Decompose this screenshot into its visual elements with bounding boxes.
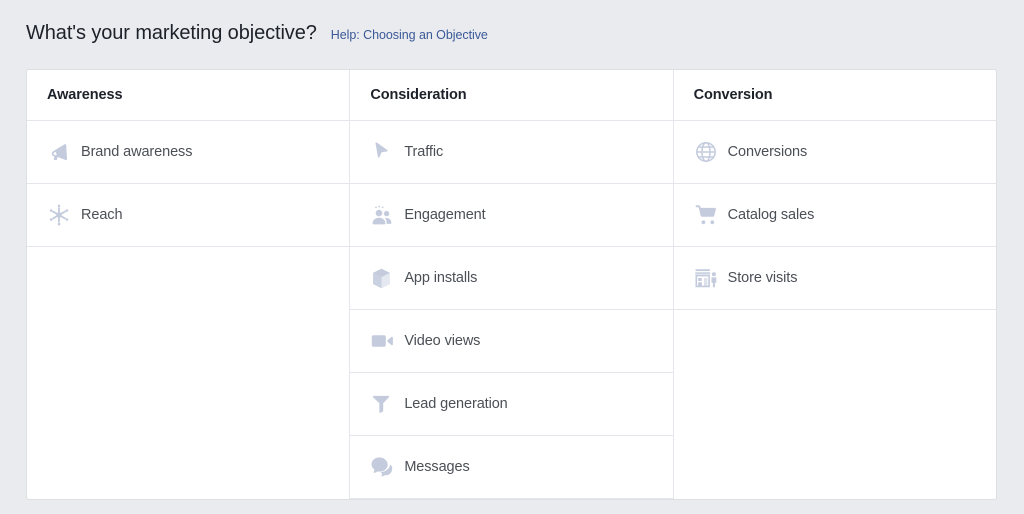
objective-option-label: Messages: [404, 459, 469, 475]
objective-option-label: App installs: [404, 270, 477, 286]
column-header-conversion: Conversion: [674, 70, 996, 121]
objective-option-brand-awareness[interactable]: Brand awareness: [27, 121, 349, 184]
objective-option-label: Traffic: [404, 144, 443, 160]
video-camera-icon: [370, 327, 404, 355]
objective-option-conversions[interactable]: Conversions: [674, 121, 996, 184]
page-header: What's your marketing objective? Help: C…: [26, 22, 488, 45]
objective-option-label: Reach: [81, 207, 122, 223]
speech-bubbles-icon: [370, 453, 404, 481]
column-body: Conversions Catalog sales Store visits: [674, 121, 996, 499]
help-choosing-objective-link[interactable]: Help: Choosing an Objective: [331, 28, 488, 42]
funnel-icon: [370, 390, 404, 418]
objective-column: Consideration Traffic Engagement App instal…: [350, 70, 673, 499]
objective-option-catalog-sales[interactable]: Catalog sales: [674, 184, 996, 247]
objective-column: Awareness Brand awareness Reach: [27, 70, 350, 499]
objective-option-traffic[interactable]: Traffic: [350, 121, 672, 184]
page-title: What's your marketing objective?: [26, 22, 317, 45]
people-icon: [370, 201, 404, 229]
objective-option-lead-generation[interactable]: Lead generation: [350, 373, 672, 436]
storefront-icon: [694, 264, 728, 292]
objective-card: Awareness Brand awareness Reach Considerati…: [26, 69, 997, 500]
column-empty-space: [27, 247, 349, 499]
objective-option-engagement[interactable]: Engagement: [350, 184, 672, 247]
objective-option-label: Lead generation: [404, 396, 507, 412]
objective-option-app-installs[interactable]: App installs: [350, 247, 672, 310]
objective-option-reach[interactable]: Reach: [27, 184, 349, 247]
objective-option-label: Video views: [404, 333, 480, 349]
objective-option-video-views[interactable]: Video views: [350, 310, 672, 373]
objective-option-label: Conversions: [728, 144, 808, 160]
objective-option-label: Catalog sales: [728, 207, 815, 223]
objective-option-label: Brand awareness: [81, 144, 192, 160]
shopping-cart-icon: [694, 201, 728, 229]
megaphone-icon: [47, 138, 81, 166]
objective-option-messages[interactable]: Messages: [350, 436, 672, 499]
cursor-arrow-icon: [370, 138, 404, 166]
radiating-star-icon: [47, 201, 81, 229]
objective-column: Conversion Conversions Catalog sales Store …: [674, 70, 996, 499]
globe-icon: [694, 138, 728, 166]
column-empty-space: [674, 310, 996, 499]
column-body: Traffic Engagement App installs Video views…: [350, 121, 672, 499]
objective-option-label: Store visits: [728, 270, 798, 286]
column-header-awareness: Awareness: [27, 70, 349, 121]
objective-option-store-visits[interactable]: Store visits: [674, 247, 996, 310]
marketing-objective-page: What's your marketing objective? Help: C…: [0, 0, 1024, 514]
objective-option-label: Engagement: [404, 207, 485, 223]
column-header-consideration: Consideration: [350, 70, 672, 121]
column-body: Brand awareness Reach: [27, 121, 349, 499]
box-icon: [370, 264, 404, 292]
